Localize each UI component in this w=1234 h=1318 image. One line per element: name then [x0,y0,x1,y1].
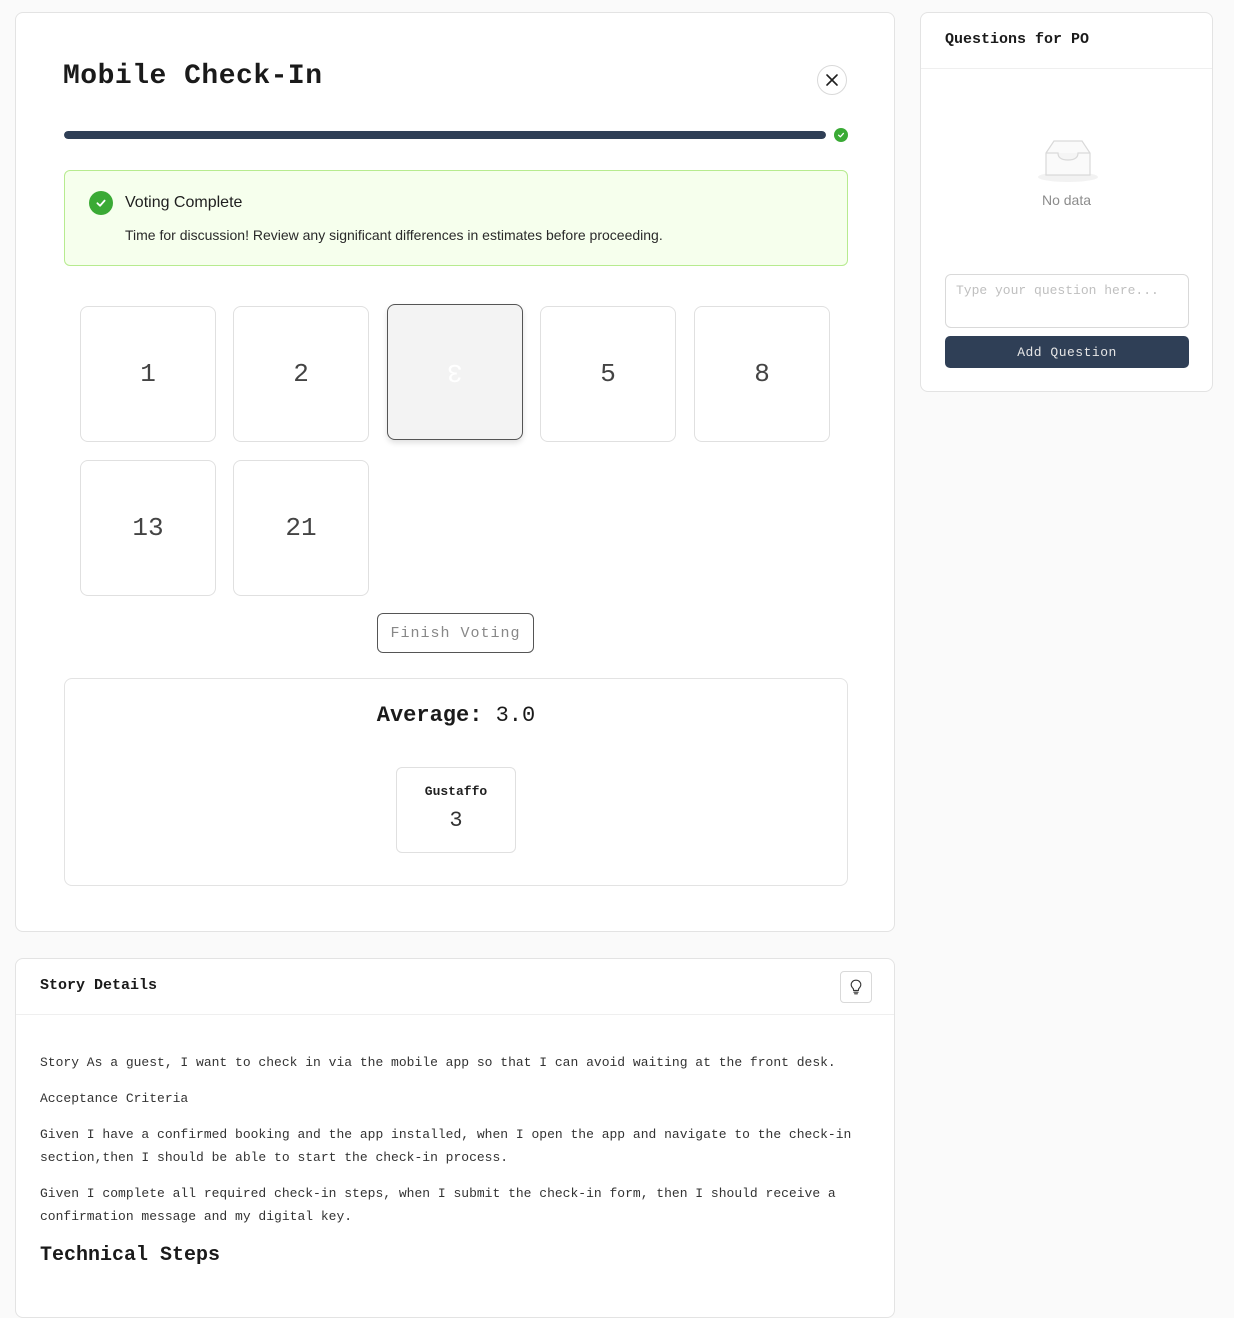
estimate-card-21[interactable]: 21 [233,460,369,596]
lightbulb-icon [850,979,862,995]
alert-description: Time for discussion! Review any signific… [125,227,663,243]
story-body: Story As a guest, I want to check in via… [40,1051,860,1267]
finish-voting-button[interactable]: Finish Voting [377,613,534,653]
questions-title: Questions for PO [945,31,1090,48]
estimate-card-5[interactable]: 5 [540,306,676,442]
results-panel: Average: 3.0 Gustaffo 3 [64,678,848,886]
lightbulb-button[interactable] [840,971,872,1003]
add-question-button[interactable]: Add Question [945,336,1189,368]
average-value: 3.0 [495,703,536,728]
estimate-card-8[interactable]: 8 [694,306,830,442]
close-icon [826,74,838,86]
participant-vote: 3 [449,808,463,833]
check-circle-icon [89,191,113,215]
technical-steps-heading: Technical Steps [40,1244,221,1267]
progress-track [64,131,826,139]
participant-name: Gustaffo [424,784,488,799]
estimate-card-13[interactable]: 13 [80,460,216,596]
progress-fill [64,131,826,139]
estimate-card-1[interactable]: 1 [80,306,216,442]
estimate-card-2[interactable]: 2 [233,306,369,442]
average-display: Average: 3.0 [65,703,847,728]
close-button[interactable] [817,65,847,95]
check-circle-icon [834,128,848,142]
acceptance-criterion-2: Given I complete all required check-in s… [40,1186,836,1224]
alert-title: Voting Complete [125,194,243,211]
acceptance-criterion-1: Given I have a confirmed booking and the… [40,1127,852,1165]
voting-progress [64,128,850,142]
story-header: Story Details [16,959,894,1015]
story-details-title: Story Details [40,977,158,994]
average-label: Average: [376,703,483,728]
inbox-icon [1038,140,1098,182]
empty-state-text: No data [1041,192,1092,208]
story-details-card: Story Details Story As a guest, I want t… [15,958,895,1318]
voting-complete-alert: Voting Complete Time for discussion! Rev… [64,170,848,266]
voting-card: Mobile Check-In Voting Complete Time for… [15,12,895,932]
participant-vote-card: Gustaffo 3 [396,767,516,853]
questions-panel: Questions for PO No data Add Question [920,12,1213,392]
page-title: Mobile Check-In [63,61,323,92]
question-input[interactable] [945,274,1189,328]
questions-header: Questions for PO [921,13,1212,69]
estimate-card-3-selected[interactable]: 3 [387,304,523,440]
acceptance-criteria-label: Acceptance Criteria [40,1091,189,1106]
story-statement: Story As a guest, I want to check in via… [40,1055,836,1070]
